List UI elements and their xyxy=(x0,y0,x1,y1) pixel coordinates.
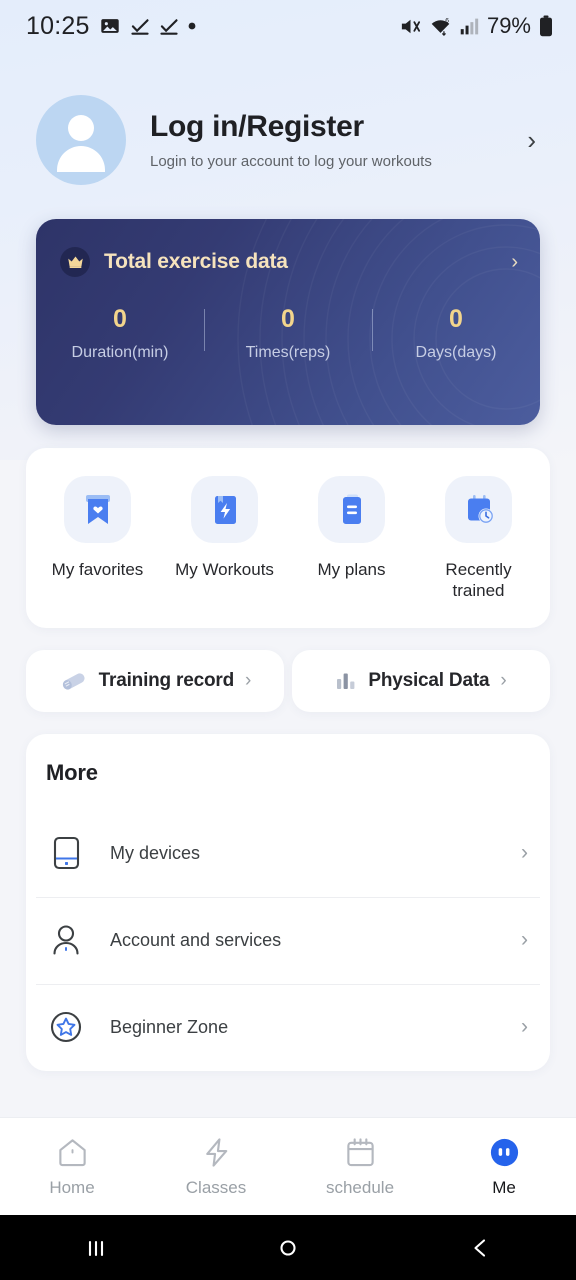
bar-chart-icon xyxy=(335,670,357,692)
nav-item-label: Home xyxy=(49,1177,95,1197)
profile-subtitle: Login to your account to log your workou… xyxy=(150,153,432,170)
chevron-right-icon: › xyxy=(521,841,528,864)
back-icon[interactable] xyxy=(384,1233,576,1263)
checkmark-icon xyxy=(159,16,179,36)
total-exercise-data-card[interactable]: Total exercise data › 0 Duration(min) 0 … xyxy=(36,219,540,425)
home-circle-icon[interactable] xyxy=(192,1233,384,1263)
more-card: More My devices › Account and services ›… xyxy=(26,733,550,1071)
nav-item-label: Me xyxy=(492,1177,516,1197)
eraser-icon xyxy=(59,670,88,692)
quick-action-label: My plans xyxy=(317,560,386,579)
bottom-navigation-bar: Home Classes schedule Me xyxy=(0,1117,576,1215)
dot-icon xyxy=(188,22,196,30)
nav-item-me[interactable]: Me xyxy=(432,1136,576,1198)
pill-label: Training record xyxy=(98,669,235,691)
avatar-body xyxy=(57,146,105,172)
status-bar-left: 10:25 xyxy=(26,12,196,41)
calendar-clock-icon xyxy=(445,476,512,543)
more-item-label: My devices xyxy=(110,842,201,863)
avatar xyxy=(36,95,126,185)
more-item-beginner-zone[interactable]: Beginner Zone › xyxy=(26,983,550,1071)
chevron-right-icon: › xyxy=(521,1015,528,1038)
stat-value: 0 xyxy=(113,305,127,333)
quick-action-my-workouts[interactable]: My Workouts xyxy=(161,476,288,602)
training-record-button[interactable]: Training record › xyxy=(26,649,284,712)
battery-icon xyxy=(538,15,554,37)
device-icon xyxy=(46,836,86,870)
app-screen: 10:25 6 79% Log in/Register Login to you… xyxy=(0,0,576,1280)
nav-item-schedule[interactable]: schedule xyxy=(288,1136,432,1198)
more-section-title: More xyxy=(46,759,98,785)
chevron-right-icon[interactable]: › xyxy=(511,251,518,274)
stat-value: 0 xyxy=(281,305,295,333)
chevron-right-icon: › xyxy=(500,669,507,691)
battery-percent-label: 79% xyxy=(486,13,531,38)
nav-item-home[interactable]: Home xyxy=(0,1136,144,1198)
chevron-right-icon: › xyxy=(521,928,528,951)
quick-action-my-favorites[interactable]: My favorites xyxy=(34,476,161,602)
nav-item-label: Classes xyxy=(185,1177,247,1197)
more-item-account-and-services[interactable]: Account and services › xyxy=(26,896,550,984)
crown-icon xyxy=(60,247,90,277)
physical-data-button[interactable]: Physical Data › xyxy=(292,649,550,712)
stat-label: Duration(min) xyxy=(71,344,169,361)
status-bar-right: 6 79% xyxy=(399,13,554,39)
more-list: My devices › Account and services › Begi… xyxy=(26,810,550,1071)
nav-item-classes[interactable]: Classes xyxy=(144,1136,288,1198)
login-register-row[interactable]: Log in/Register Login to your account to… xyxy=(0,52,576,185)
chevron-right-icon[interactable]: › xyxy=(527,125,536,156)
more-item-label: Beginner Zone xyxy=(110,1016,229,1037)
recents-icon[interactable] xyxy=(0,1233,192,1263)
pill-label: Physical Data xyxy=(368,669,490,691)
quick-actions-card: My favorites My Workouts My plans Recent… xyxy=(26,448,550,628)
star-circle-icon xyxy=(46,1011,86,1043)
status-bar-clock: 10:25 xyxy=(26,11,90,40)
total-card-header: Total exercise data › xyxy=(36,219,540,277)
stat-times: 0 Times(reps) xyxy=(204,305,372,362)
home-icon xyxy=(56,1136,89,1169)
svg-text:6: 6 xyxy=(445,17,449,24)
image-icon xyxy=(99,15,121,37)
checkmark-icon xyxy=(130,16,150,36)
stat-label: Days(days) xyxy=(415,344,497,361)
quick-action-my-plans[interactable]: My plans xyxy=(288,476,415,602)
stat-value: 0 xyxy=(449,305,463,333)
wifi-icon: 6 xyxy=(429,15,452,38)
signal-icon xyxy=(459,16,480,37)
stat-label: Times(reps) xyxy=(245,344,331,361)
quick-action-label: Recently trained xyxy=(445,560,512,601)
total-card-title: Total exercise data xyxy=(104,250,288,273)
mute-icon xyxy=(399,15,422,38)
lightning-icon xyxy=(200,1136,233,1169)
page-title: Log in/Register xyxy=(150,110,364,143)
more-item-my-devices[interactable]: My devices › xyxy=(26,810,550,897)
calendar-icon xyxy=(344,1136,377,1169)
more-item-label: Account and services xyxy=(110,929,282,950)
quick-action-label: My Workouts xyxy=(175,560,274,579)
profile-text-block: Log in/Register Login to your account to… xyxy=(150,110,527,170)
chevron-right-icon: › xyxy=(244,669,252,691)
android-system-bar xyxy=(0,1215,576,1280)
status-bar: 10:25 6 79% xyxy=(0,0,576,52)
pill-button-row: Training record › Physical Data › xyxy=(26,649,550,712)
bookmark-heart-icon xyxy=(64,476,131,543)
stat-days: 0 Days(days) xyxy=(372,305,540,362)
nav-item-label: schedule xyxy=(325,1177,395,1197)
quick-action-recently-trained[interactable]: Recently trained xyxy=(415,476,542,602)
clipboard-icon xyxy=(318,476,385,543)
me-avatar-icon xyxy=(488,1136,521,1169)
stat-duration: 0 Duration(min) xyxy=(36,305,204,362)
avatar-head xyxy=(68,115,94,141)
book-lightning-icon xyxy=(191,476,258,543)
account-person-icon xyxy=(46,924,86,956)
quick-action-label: My favorites xyxy=(51,560,144,579)
total-card-stats: 0 Duration(min) 0 Times(reps) 0 Days(day… xyxy=(36,305,540,362)
